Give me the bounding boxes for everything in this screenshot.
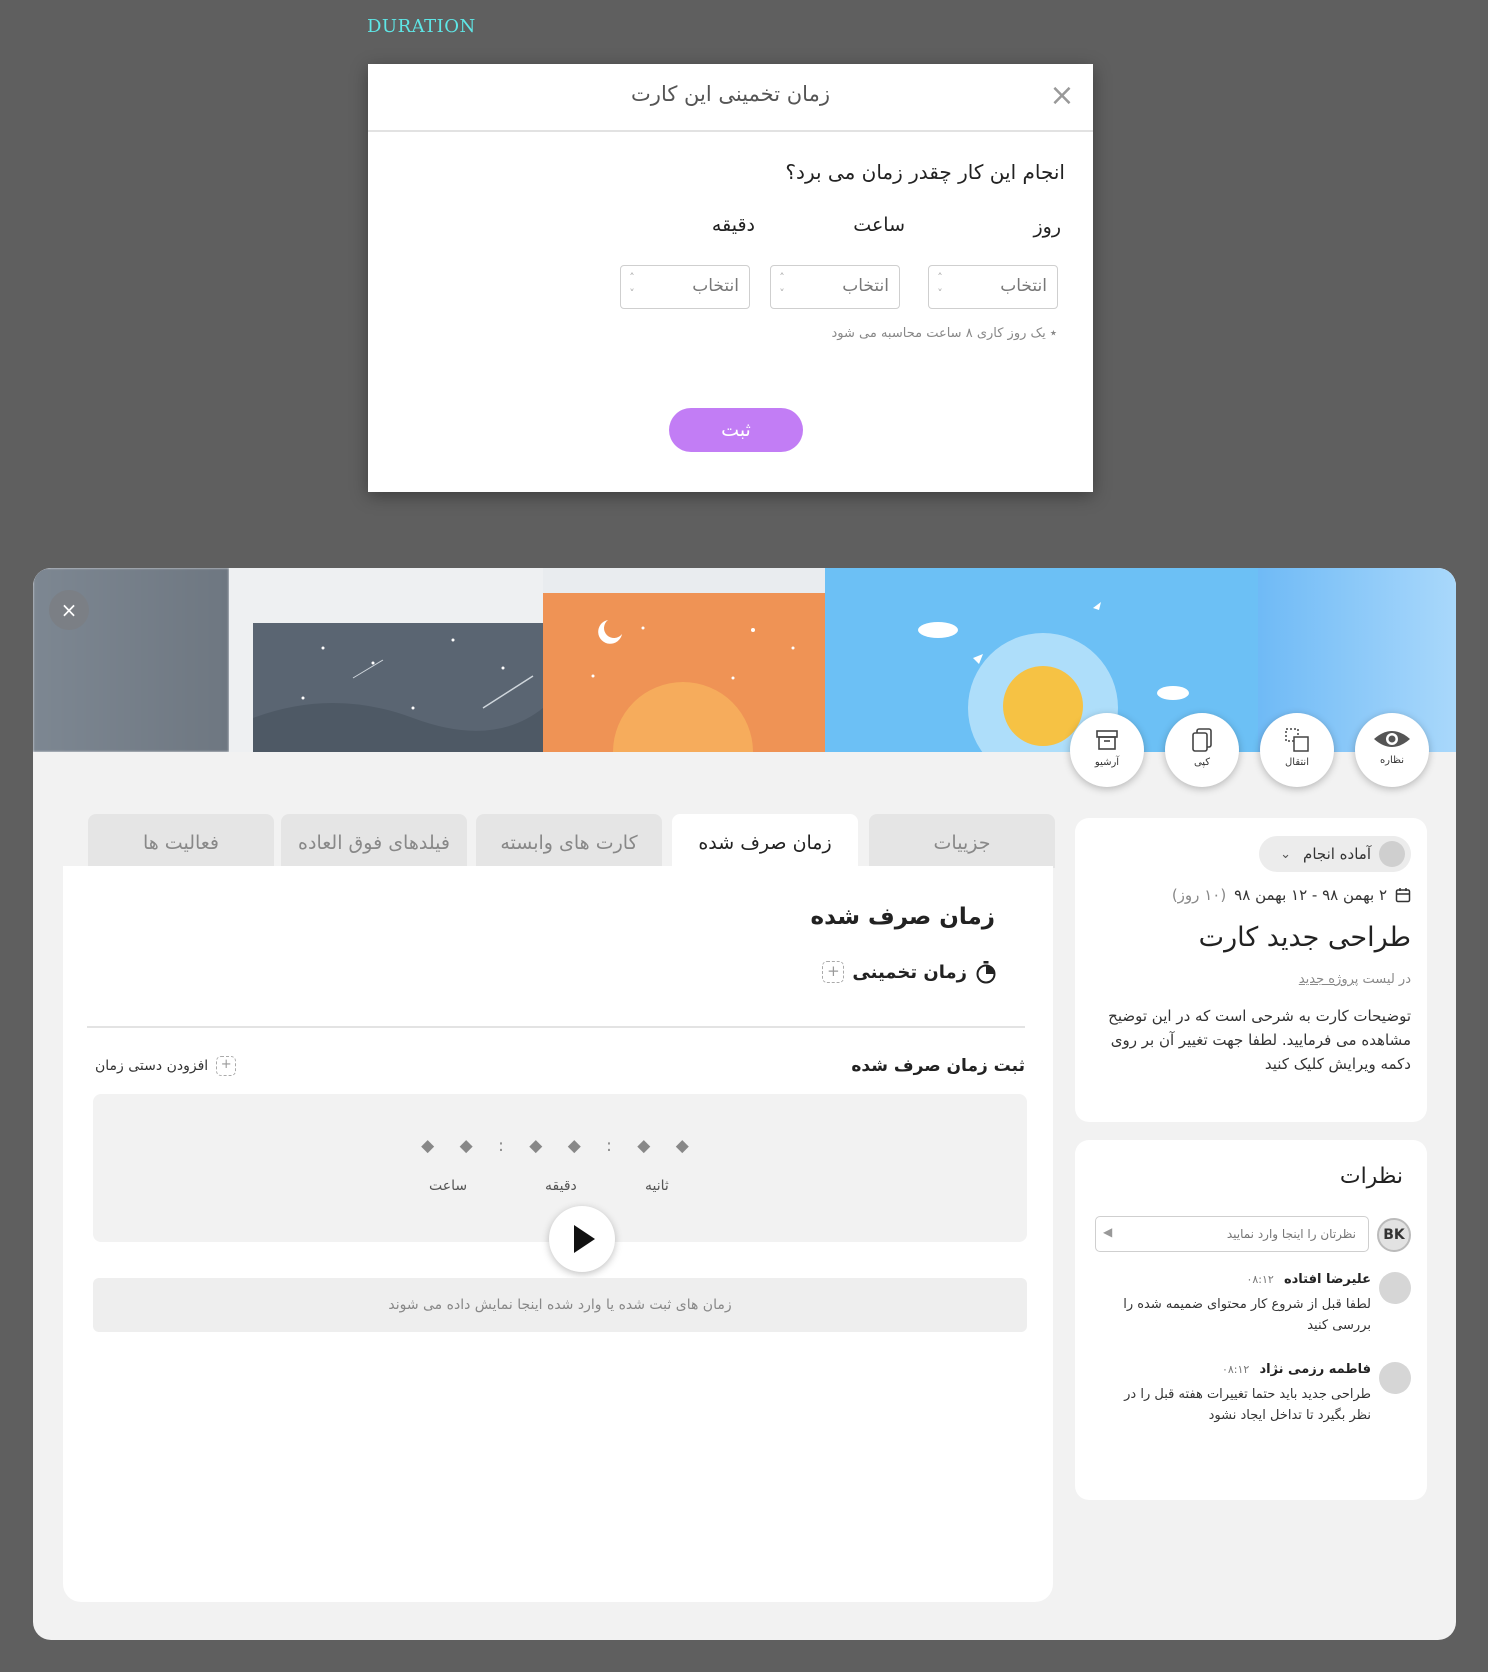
comment-header: علیرضا افتاده ۰۸:۱۲ bbox=[1246, 1272, 1371, 1287]
day-select-value: انتخاب bbox=[1000, 276, 1047, 296]
avatar bbox=[1379, 1362, 1411, 1394]
day-select[interactable]: انتخاب ˄ ˅ bbox=[928, 265, 1058, 309]
card-panel: × نظاره انتقال کپی آرشیو جزییات زمان صرف… bbox=[33, 568, 1456, 1640]
select-arrows-icon: ˄ ˅ bbox=[629, 271, 635, 300]
select-arrows-icon: ˄ ˅ bbox=[779, 271, 785, 300]
eye-icon bbox=[1374, 731, 1410, 747]
minutes-label: دقیقه bbox=[545, 1178, 577, 1194]
comments-title: نظرات bbox=[1339, 1164, 1403, 1189]
comment-header: فاطمه رزمی نژاد ۰۸:۱۲ bbox=[1222, 1362, 1371, 1377]
comment-time: ۰۸:۱۲ bbox=[1221, 1363, 1250, 1376]
watch-button[interactable]: نظاره bbox=[1355, 713, 1429, 787]
day-label: روز bbox=[1033, 216, 1061, 238]
date-range: ۲ بهمن ۹۸ - ۱۲ بهمن ۹۸ (۱۰ روز) bbox=[1172, 886, 1411, 904]
comment-text: طراحی جدید باید حتما تغییرات هفته قبل را… bbox=[1124, 1387, 1371, 1423]
send-arrow-icon[interactable]: ◀ bbox=[1103, 1225, 1112, 1239]
timer-display: ◆ ◆ : ◆ ◆ : ◆ ◆ bbox=[421, 1136, 699, 1156]
move-label: انتقال bbox=[1285, 757, 1309, 768]
page-title: زمان صرف شده bbox=[810, 904, 996, 930]
plus-icon: + bbox=[216, 1056, 237, 1076]
hour-select[interactable]: انتخاب ˄ ˅ bbox=[770, 265, 900, 309]
estimate-label: زمان تخمینی bbox=[852, 961, 967, 983]
close-card-icon[interactable]: × bbox=[49, 590, 89, 630]
time-spent-panel: زمان صرف شده زمان تخمینی + ثبت زمان صرف … bbox=[63, 866, 1053, 1602]
play-icon bbox=[574, 1225, 595, 1253]
empty-logs-message: زمان های ثبت شده یا وارد شده اینجا نمایش… bbox=[93, 1278, 1027, 1332]
cover-image: × bbox=[33, 568, 1456, 752]
comment-time: ۰۸:۱۲ bbox=[1246, 1273, 1274, 1286]
comment-text: لطفا قبل از شروع کار محتوای ضمیمه شده را… bbox=[1123, 1297, 1371, 1333]
submit-button[interactable]: ثبت bbox=[669, 408, 803, 452]
select-arrows-icon: ˄ ˅ bbox=[937, 271, 943, 300]
tab-related-cards[interactable]: کارت های وابسته bbox=[476, 814, 662, 868]
estimate-modal: زمان تخمینی این کارت × انجام این کار چقد… bbox=[368, 64, 1093, 492]
archive-button[interactable]: آرشیو bbox=[1070, 713, 1144, 787]
hours-label: ساعت bbox=[429, 1178, 468, 1194]
modal-header: زمان تخمینی این کارت × bbox=[368, 64, 1093, 132]
status-label: آماده انجام bbox=[1303, 845, 1371, 863]
days-count: (۱۰ روز) bbox=[1171, 886, 1227, 904]
move-icon bbox=[1285, 728, 1309, 752]
stopwatch-icon bbox=[976, 961, 996, 984]
calendar-icon bbox=[1395, 888, 1411, 903]
card-description[interactable]: توضیحات کارت به شرحی است که در این توضیح… bbox=[1101, 1004, 1411, 1076]
comment-author: فاطمه رزمی نژاد bbox=[1259, 1362, 1371, 1377]
manual-add-button[interactable]: + افزودن دستی زمان bbox=[95, 1056, 237, 1076]
copy-icon bbox=[1192, 728, 1212, 752]
tab-activities[interactable]: فعالیت ها bbox=[88, 814, 274, 868]
card-title: طراحی جدید کارت bbox=[1198, 922, 1411, 953]
seconds-label: ثانیه bbox=[645, 1178, 669, 1194]
archive-icon bbox=[1096, 730, 1118, 750]
section-caption: DURATION bbox=[367, 16, 476, 37]
copy-label: کپی bbox=[1193, 757, 1211, 768]
estimate-row: زمان تخمینی + bbox=[822, 960, 997, 984]
modal-question: انجام این کار چقدر زمان می برد؟ bbox=[785, 160, 1065, 184]
chevron-down-icon: ⌄ bbox=[1280, 846, 1292, 862]
modal-note: ٭ یک روز کاری ۸ ساعت محاسبه می شود bbox=[831, 326, 1058, 341]
play-button[interactable] bbox=[549, 1206, 615, 1272]
minute-select-value: انتخاب bbox=[692, 276, 739, 296]
date-range-text: ۲ بهمن ۹۸ - ۱۲ بهمن ۹۸ bbox=[1234, 886, 1387, 904]
list-prefix: در لیست bbox=[1362, 972, 1411, 987]
divider bbox=[87, 1026, 1025, 1028]
tab-time-spent[interactable]: زمان صرف شده bbox=[672, 814, 858, 868]
cover-illustration bbox=[229, 568, 1261, 752]
add-estimate-icon[interactable]: + bbox=[822, 961, 845, 983]
minute-label: دقیقه bbox=[711, 214, 755, 236]
status-dot bbox=[1379, 841, 1405, 867]
comment-input[interactable] bbox=[1095, 1216, 1369, 1252]
list-link[interactable]: پروژه جدید bbox=[1299, 972, 1359, 987]
comment-author: علیرضا افتاده bbox=[1283, 1272, 1371, 1287]
status-dropdown[interactable]: آماده انجام ⌄ bbox=[1259, 836, 1411, 872]
archive-label: آرشیو bbox=[1094, 757, 1120, 768]
comments-panel: نظرات BK ◀ علیرضا افتاده ۰۸:۱۲ لطفا قبل … bbox=[1075, 1140, 1427, 1500]
hour-label: ساعت bbox=[853, 214, 905, 236]
tab-details[interactable]: جزییات bbox=[869, 814, 1055, 868]
minute-select[interactable]: انتخاب ˄ ˅ bbox=[620, 265, 750, 309]
list-info: در لیست پروژه جدید bbox=[1299, 972, 1411, 987]
timer-box: ◆ ◆ : ◆ ◆ : ◆ ◆ ساعت دقیقه ثانیه bbox=[93, 1094, 1027, 1272]
avatar: BK bbox=[1377, 1218, 1411, 1252]
card-details-panel: آماده انجام ⌄ ۲ بهمن ۹۸ - ۱۲ بهمن ۹۸ (۱۰… bbox=[1075, 818, 1427, 1122]
modal-title: زمان تخمینی این کارت bbox=[631, 82, 830, 106]
log-title: ثبت زمان صرف شده bbox=[851, 1056, 1025, 1076]
tab-custom-fields[interactable]: فیلدهای فوق العاده bbox=[281, 814, 467, 868]
manual-add-label: افزودن دستی زمان bbox=[95, 1058, 209, 1074]
hour-select-value: انتخاب bbox=[842, 276, 889, 296]
copy-button[interactable]: کپی bbox=[1165, 713, 1239, 787]
move-button[interactable]: انتقال bbox=[1260, 713, 1334, 787]
avatar bbox=[1379, 1272, 1411, 1304]
watch-label: نظاره bbox=[1379, 755, 1405, 766]
close-icon[interactable]: × bbox=[1046, 80, 1078, 112]
